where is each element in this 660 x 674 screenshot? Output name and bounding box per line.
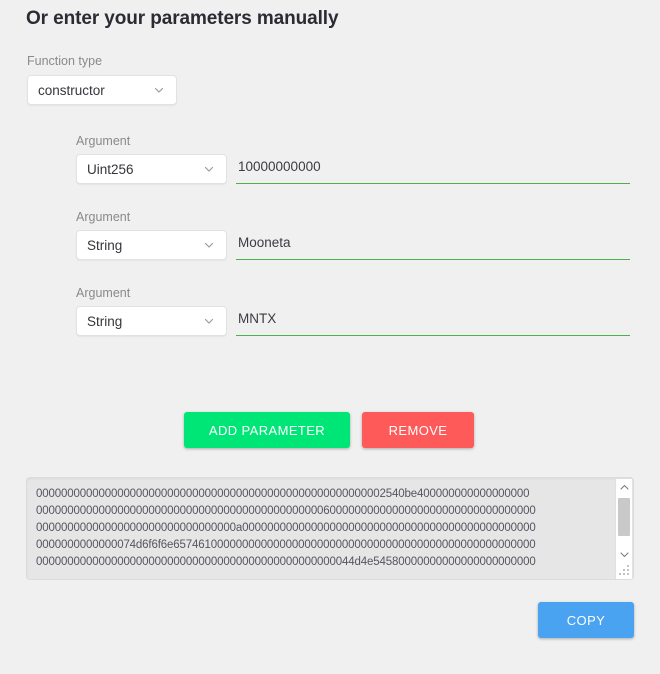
function-type-label: Function type [27,54,103,68]
scroll-up-icon[interactable] [616,479,632,496]
chevron-down-icon [154,85,164,95]
argument-row: Argument String [76,210,636,286]
page-title: Or enter your parameters manually [26,8,339,29]
encoded-output-container[interactable]: 0000000000000000000000000000000000000000… [26,477,634,580]
manual-parameters-page: Or enter your parameters manually Functi… [0,0,660,674]
argument-type-select[interactable]: Uint256 [76,154,227,184]
argument-type-value: String [87,237,123,253]
scrollbar-thumb[interactable] [618,498,630,536]
add-parameter-button[interactable]: ADD PARAMETER [184,412,350,448]
arguments-list: Argument Uint256 Argument String [76,134,636,362]
argument-row: Argument String [76,286,636,362]
copy-button[interactable]: COPY [538,602,634,638]
argument-label: Argument [76,134,131,148]
chevron-down-icon [204,240,214,250]
argument-value-input[interactable] [236,154,630,184]
argument-row: Argument Uint256 [76,134,636,210]
scroll-down-icon[interactable] [616,546,632,563]
argument-type-select[interactable]: String [76,306,227,336]
argument-value-input[interactable] [236,306,630,336]
function-type-block: Function type constructor [27,54,177,105]
encoded-output-text[interactable]: 0000000000000000000000000000000000000000… [36,486,614,574]
argument-type-select[interactable]: String [76,230,227,260]
action-buttons: ADD PARAMETER REMOVE [184,412,474,448]
function-type-value: constructor [38,82,105,98]
argument-type-value: String [87,313,123,329]
remove-parameter-button[interactable]: REMOVE [362,412,474,448]
argument-type-value: Uint256 [87,161,134,177]
argument-label: Argument [76,286,131,300]
chevron-down-icon [204,316,214,326]
argument-value-input[interactable] [236,230,630,260]
function-type-select[interactable]: constructor [27,75,177,105]
argument-label: Argument [76,210,131,224]
chevron-down-icon [204,164,214,174]
resize-grip-icon[interactable] [619,565,631,577]
